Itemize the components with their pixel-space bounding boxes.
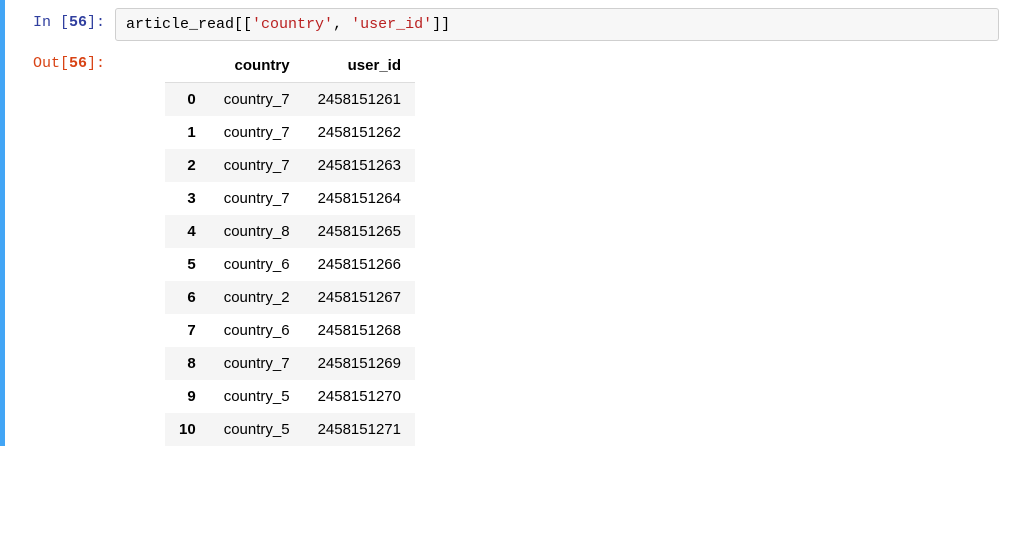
cell-country: country_5 — [210, 413, 304, 446]
cell-userid: 2458151262 — [304, 116, 415, 149]
cell-userid: 2458151270 — [304, 380, 415, 413]
code-string-2: 'user_id' — [351, 16, 432, 33]
cell-country: country_5 — [210, 380, 304, 413]
code-bracket-open: [[ — [234, 16, 252, 33]
input-row: In [56]: article_read[['country', 'user_… — [5, 8, 1024, 41]
output-area: country user_id 0country_724581512611cou… — [115, 49, 1024, 446]
index-header-blank — [165, 49, 210, 83]
table-row: 5country_62458151266 — [165, 248, 415, 281]
cell-country: country_7 — [210, 116, 304, 149]
out-label: Out[ — [33, 55, 69, 72]
cell-country: country_7 — [210, 182, 304, 215]
cell-userid: 2458151263 — [304, 149, 415, 182]
code-separator: , — [333, 16, 351, 33]
cell-userid: 2458151268 — [304, 314, 415, 347]
table-row: 6country_22458151267 — [165, 281, 415, 314]
row-index: 8 — [165, 347, 210, 380]
row-index: 0 — [165, 83, 210, 117]
dataframe-table: country user_id 0country_724581512611cou… — [165, 49, 415, 446]
table-row: 8country_72458151269 — [165, 347, 415, 380]
row-index: 4 — [165, 215, 210, 248]
cell-userid: 2458151261 — [304, 83, 415, 117]
notebook-cell: In [56]: article_read[['country', 'user_… — [0, 0, 1024, 446]
input-prompt: In [56]: — [5, 8, 115, 31]
header-row: country user_id — [165, 49, 415, 83]
table-row: 3country_72458151264 — [165, 182, 415, 215]
code-bracket-close: ]] — [432, 16, 450, 33]
cell-country: country_6 — [210, 314, 304, 347]
table-row: 2country_72458151263 — [165, 149, 415, 182]
in-number: 56 — [69, 14, 87, 31]
row-index: 7 — [165, 314, 210, 347]
row-index: 9 — [165, 380, 210, 413]
cell-userid: 2458151267 — [304, 281, 415, 314]
cell-country: country_8 — [210, 215, 304, 248]
table-row: 4country_82458151265 — [165, 215, 415, 248]
cell-country: country_7 — [210, 83, 304, 117]
row-index: 5 — [165, 248, 210, 281]
table-row: 10country_52458151271 — [165, 413, 415, 446]
cell-userid: 2458151269 — [304, 347, 415, 380]
cell-country: country_6 — [210, 248, 304, 281]
output-row: Out[56]: country user_id 0country_724581… — [5, 49, 1024, 446]
row-index: 3 — [165, 182, 210, 215]
in-label: In [ — [33, 14, 69, 31]
cell-userid: 2458151271 — [304, 413, 415, 446]
table-row: 0country_72458151261 — [165, 83, 415, 117]
cell-userid: 2458151265 — [304, 215, 415, 248]
code-cell[interactable]: article_read[['country', 'user_id']] — [115, 8, 999, 41]
table-row: 9country_52458151270 — [165, 380, 415, 413]
row-index: 2 — [165, 149, 210, 182]
cell-country: country_7 — [210, 347, 304, 380]
cell-country: country_7 — [210, 149, 304, 182]
row-index: 1 — [165, 116, 210, 149]
table-row: 7country_62458151268 — [165, 314, 415, 347]
row-index: 6 — [165, 281, 210, 314]
output-prompt: Out[56]: — [5, 49, 115, 72]
col-header-country: country — [210, 49, 304, 83]
row-index: 10 — [165, 413, 210, 446]
out-close: ]: — [87, 55, 105, 72]
in-close: ]: — [87, 14, 105, 31]
col-header-userid: user_id — [304, 49, 415, 83]
cell-userid: 2458151266 — [304, 248, 415, 281]
table-row: 1country_72458151262 — [165, 116, 415, 149]
cell-userid: 2458151264 — [304, 182, 415, 215]
cell-country: country_2 — [210, 281, 304, 314]
code-string-1: 'country' — [252, 16, 333, 33]
code-variable: article_read — [126, 16, 234, 33]
out-number: 56 — [69, 55, 87, 72]
